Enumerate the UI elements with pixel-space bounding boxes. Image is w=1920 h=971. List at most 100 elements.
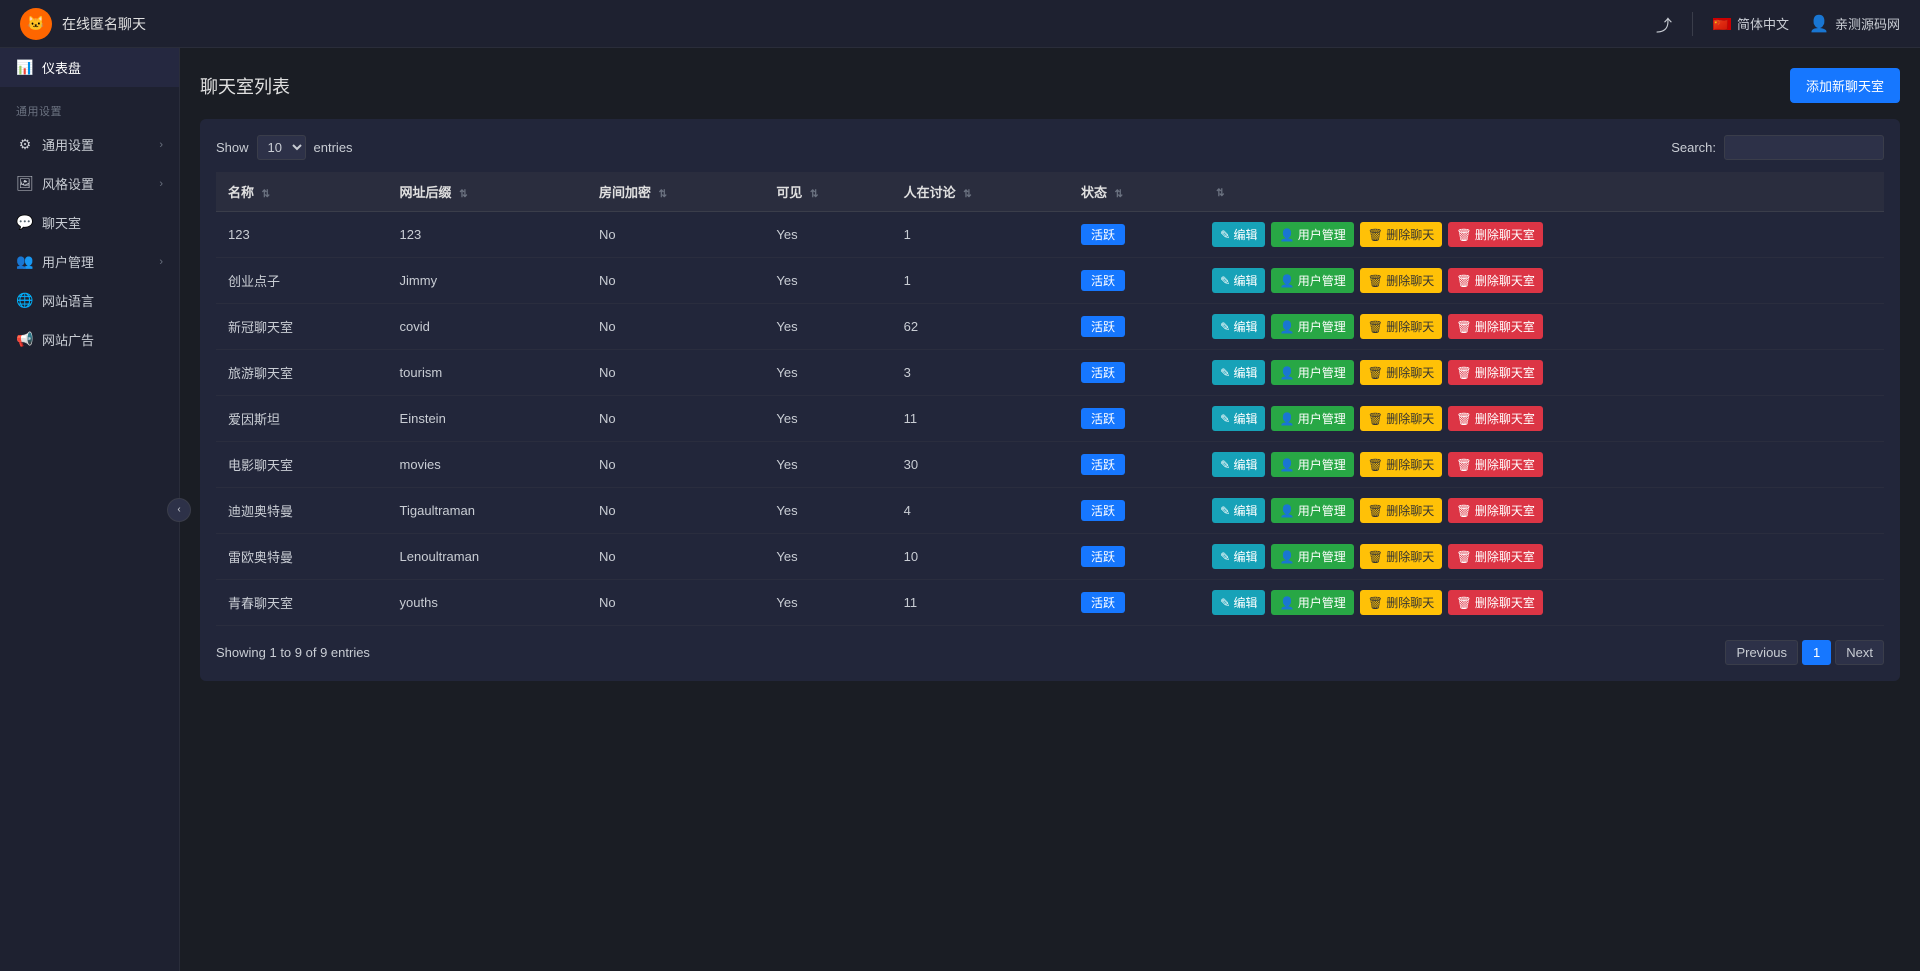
table-row: 旅游聊天室 tourism No Yes 3 活跃 ✎ 编辑 👤 用户管理 🗑 … [216,350,1884,396]
cell-name-0: 123 [216,212,388,258]
page-title-bar: 聊天室列表 添加新聊天室 [200,68,1900,103]
sidebar-collapse-button[interactable]: ‹ [167,498,191,522]
cell-status-5: 活跃 [1069,442,1200,488]
cell-actions-2: ✎ 编辑 👤 用户管理 🗑 删除聊天 🗑 删除聊天室 [1200,304,1884,350]
sidebar-label-user-management: 用户管理 [42,252,94,271]
edit-button-3[interactable]: ✎ 编辑 [1212,360,1265,385]
user-manage-button-7[interactable]: 👤 用户管理 [1271,544,1353,569]
cell-status-6: 活跃 [1069,488,1200,534]
col-header-url-suffix[interactable]: 网址后缀 ⇅ [388,172,587,212]
general-settings-section: 通用设置 [0,87,179,125]
delete-button-8[interactable]: 🗑 删除聊天室 [1448,590,1543,615]
user-manage-button-4[interactable]: 👤 用户管理 [1271,406,1353,431]
search-input[interactable] [1724,135,1884,160]
col-header-people[interactable]: 人在讨论 ⇅ [892,172,1069,212]
user-manage-button-3[interactable]: 👤 用户管理 [1271,360,1353,385]
sort-icon-visible: ⇅ [810,189,818,200]
mute-button-6[interactable]: 🗑 删除聊天 [1360,498,1443,523]
sidebar-item-website-language[interactable]: 🌐 网站语言 [0,281,179,320]
delete-button-2[interactable]: 🗑 删除聊天室 [1448,314,1543,339]
cell-enc-5: No [587,442,764,488]
sidebar-item-chat-room[interactable]: 💬 聊天室 [0,203,179,242]
delete-button-4[interactable]: 🗑 删除聊天室 [1448,406,1543,431]
edit-button-7[interactable]: ✎ 编辑 [1212,544,1265,569]
mute-button-1[interactable]: 🗑 删除聊天 [1360,268,1443,293]
show-entries: Show 10 25 50 entries [216,135,353,160]
user-manage-button-1[interactable]: 👤 用户管理 [1271,268,1353,293]
user-manage-button-8[interactable]: 👤 用户管理 [1271,590,1353,615]
cell-actions-3: ✎ 编辑 👤 用户管理 🗑 删除聊天 🗑 删除聊天室 [1200,350,1884,396]
table-container: Show 10 25 50 entries Search: [200,119,1900,681]
cell-visible-1: Yes [764,258,891,304]
user-manage-button-6[interactable]: 👤 用户管理 [1271,498,1353,523]
user-info[interactable]: 👤 亲测源码网 [1809,14,1900,34]
user-manage-button-0[interactable]: 👤 用户管理 [1271,222,1353,247]
prev-page-button[interactable]: Previous [1725,640,1798,665]
add-chatroom-button[interactable]: 添加新聊天室 [1790,68,1900,103]
sidebar-item-website-ads[interactable]: 📢 网站广告 [0,320,179,359]
next-page-button[interactable]: Next [1835,640,1884,665]
edit-button-0[interactable]: ✎ 编辑 [1212,222,1265,247]
cell-visible-3: Yes [764,350,891,396]
delete-button-0[interactable]: 🗑 删除聊天室 [1448,222,1543,247]
data-table: 名称 ⇅ 网址后缀 ⇅ 房间加密 ⇅ 可见 ⇅ [216,172,1884,626]
mute-button-2[interactable]: 🗑 删除聊天 [1360,314,1443,339]
cell-people-6: 4 [892,488,1069,534]
cell-people-4: 11 [892,396,1069,442]
sidebar-item-dashboard[interactable]: 📊 仪表盘 [0,48,179,87]
col-header-encryption[interactable]: 房间加密 ⇅ [587,172,764,212]
cell-actions-7: ✎ 编辑 👤 用户管理 🗑 删除聊天 🗑 删除聊天室 [1200,534,1884,580]
col-header-name[interactable]: 名称 ⇅ [216,172,388,212]
table-row: 青春聊天室 youths No Yes 11 活跃 ✎ 编辑 👤 用户管理 🗑 … [216,580,1884,626]
logo-icon: 🐱 [20,8,52,40]
cell-people-3: 3 [892,350,1069,396]
edit-button-5[interactable]: ✎ 编辑 [1212,452,1265,477]
status-badge-0: 活跃 [1081,224,1125,245]
cell-people-7: 10 [892,534,1069,580]
mute-button-7[interactable]: 🗑 删除聊天 [1360,544,1443,569]
cell-enc-3: No [587,350,764,396]
lang-selector[interactable]: 🇨🇳 简体中文 [1713,14,1789,33]
edit-button-6[interactable]: ✎ 编辑 [1212,498,1265,523]
delete-button-6[interactable]: 🗑 删除聊天室 [1448,498,1543,523]
edit-button-1[interactable]: ✎ 编辑 [1212,268,1265,293]
table-row: 创业点子 Jimmy No Yes 1 活跃 ✎ 编辑 👤 用户管理 🗑 删除聊… [216,258,1884,304]
mute-button-3[interactable]: 🗑 删除聊天 [1360,360,1443,385]
cell-url-6: Tigaultraman [388,488,587,534]
page-1-button[interactable]: 1 [1802,640,1831,665]
mute-button-0[interactable]: 🗑 删除聊天 [1360,222,1443,247]
showing-text: Showing 1 to 9 of 9 entries [216,645,370,660]
delete-button-5[interactable]: 🗑 删除聊天室 [1448,452,1543,477]
mute-button-4[interactable]: 🗑 删除聊天 [1360,406,1443,431]
user-manage-button-5[interactable]: 👤 用户管理 [1271,452,1353,477]
edit-button-2[interactable]: ✎ 编辑 [1212,314,1265,339]
header-left: 🐱 在线匿名聊天 [20,8,146,40]
sidebar-item-style-settings[interactable]: 🖼 风格设置 › [0,164,179,203]
entries-select[interactable]: 10 25 50 [257,135,306,160]
edit-button-8[interactable]: ✎ 编辑 [1212,590,1265,615]
edit-button-4[interactable]: ✎ 编辑 [1212,406,1265,431]
col-header-status[interactable]: 状态 ⇅ [1069,172,1200,212]
table-row: 雷欧奥特曼 Lenoultraman No Yes 10 活跃 ✎ 编辑 👤 用… [216,534,1884,580]
delete-button-3[interactable]: 🗑 删除聊天室 [1448,360,1543,385]
cell-actions-5: ✎ 编辑 👤 用户管理 🗑 删除聊天 🗑 删除聊天室 [1200,442,1884,488]
sidebar-item-user-management[interactable]: 👥 用户管理 › [0,242,179,281]
export-icon[interactable]: ⤴ [1656,12,1672,36]
page-title: 聊天室列表 [200,73,290,99]
cell-name-4: 爱因斯坦 [216,396,388,442]
mute-button-8[interactable]: 🗑 删除聊天 [1360,590,1443,615]
sidebar-item-label-dashboard: 仪表盘 [42,58,81,77]
delete-button-7[interactable]: 🗑 删除聊天室 [1448,544,1543,569]
status-badge-3: 活跃 [1081,362,1125,383]
mute-button-5[interactable]: 🗑 删除聊天 [1360,452,1443,477]
cell-enc-7: No [587,534,764,580]
cell-url-5: movies [388,442,587,488]
cell-status-3: 活跃 [1069,350,1200,396]
search-area: Search: [1671,135,1884,160]
collapse-icon: ‹ [177,504,180,515]
sidebar-item-general-settings[interactable]: ⚙ 通用设置 › [0,125,179,164]
col-header-visible[interactable]: 可见 ⇅ [764,172,891,212]
delete-button-1[interactable]: 🗑 删除聊天室 [1448,268,1543,293]
user-manage-button-2[interactable]: 👤 用户管理 [1271,314,1353,339]
table-row: 电影聊天室 movies No Yes 30 活跃 ✎ 编辑 👤 用户管理 🗑 … [216,442,1884,488]
